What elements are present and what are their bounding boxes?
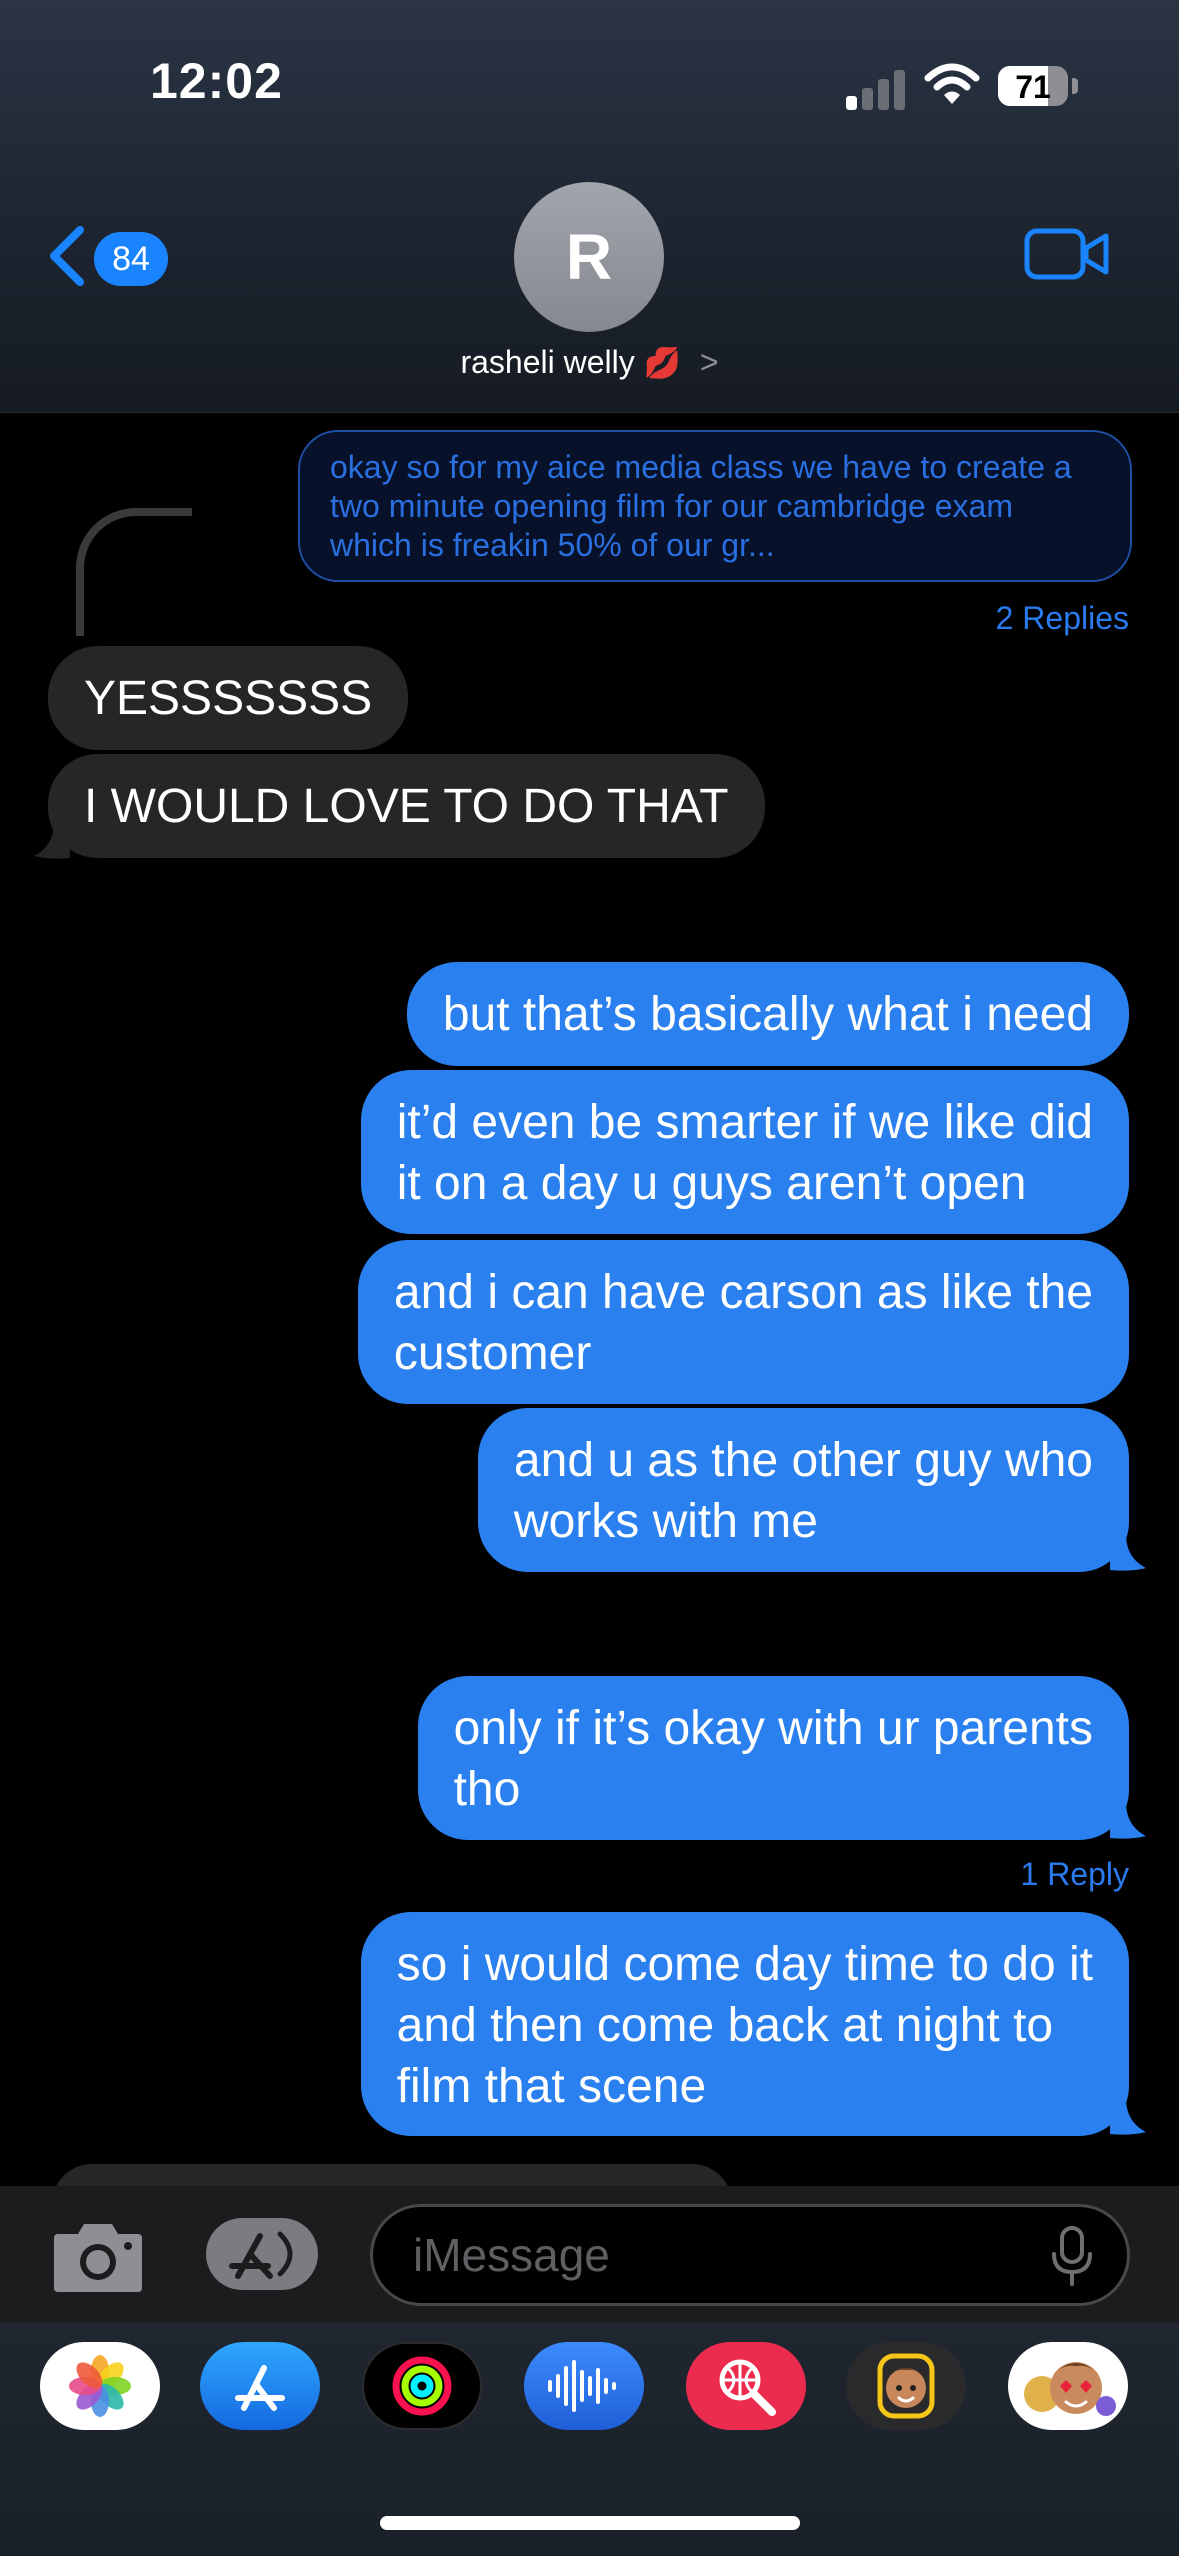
quoted-message[interactable]: okay so for my aice media class we have … bbox=[298, 430, 1132, 582]
heart-eyes-memoji-icon bbox=[1024, 2362, 1116, 2416]
contact-name: rasheli welly bbox=[460, 344, 635, 380]
status-time: 12:02 bbox=[150, 53, 283, 109]
image-search-icon[interactable] bbox=[686, 2342, 806, 2430]
photos-flower-icon bbox=[69, 2355, 131, 2417]
bubble-tail-outgoing bbox=[1110, 2098, 1146, 2135]
unread-count-badge: 84 bbox=[94, 232, 168, 286]
activity-icon[interactable] bbox=[362, 2342, 482, 2430]
back-button[interactable]: 84 bbox=[46, 222, 176, 292]
contact-name-row[interactable]: rasheli welly 💋 > bbox=[0, 344, 1179, 381]
cellular-signal-icon bbox=[846, 66, 906, 110]
memoji-icon[interactable] bbox=[846, 2342, 966, 2430]
chevron-right-icon: > bbox=[699, 344, 719, 380]
message-bubble-outgoing[interactable]: and u as the other guy who works with me bbox=[477, 1408, 1129, 1572]
message-bubble-outgoing[interactable]: and i can have carson as like the custom… bbox=[357, 1240, 1129, 1404]
replies-count-link[interactable]: 2 Replies bbox=[996, 600, 1129, 637]
memoji-face-icon bbox=[877, 2353, 935, 2419]
status-bar: 12:02 71 bbox=[0, 0, 1179, 160]
message-bubble-outgoing[interactable]: so i would come day time to do it and th… bbox=[360, 1912, 1129, 2136]
lips-emoji: 💋 bbox=[643, 347, 681, 380]
message-bubble-outgoing[interactable]: but that’s basically what i need bbox=[406, 962, 1129, 1066]
activity-rings-icon bbox=[392, 2356, 452, 2416]
message-bubble-incoming[interactable]: I WOULD LOVE TO DO THAT bbox=[48, 754, 765, 858]
camera-icon[interactable] bbox=[50, 2214, 146, 2296]
bubble-tail-incoming bbox=[34, 822, 70, 859]
chevron-left-icon bbox=[50, 226, 84, 286]
imessage-input[interactable] bbox=[370, 2204, 1130, 2306]
globe-search-icon bbox=[719, 2359, 776, 2416]
message-bubble-outgoing[interactable]: only if it’s okay with ur parents tho bbox=[417, 1676, 1129, 1840]
avatar-initial: R bbox=[565, 221, 613, 293]
battery-icon: 71 bbox=[998, 66, 1068, 106]
app-store-icon[interactable] bbox=[200, 2342, 320, 2430]
home-indicator bbox=[380, 2516, 800, 2530]
message-bubble-outgoing[interactable]: it’d even be smarter if we like did it o… bbox=[360, 1070, 1129, 1234]
photos-icon[interactable] bbox=[40, 2342, 160, 2430]
replies-count-link[interactable]: 1 Reply bbox=[1021, 1856, 1130, 1893]
app-store-icon bbox=[229, 2231, 293, 2279]
battery-nub bbox=[1072, 78, 1078, 94]
message-bubble-incoming[interactable]: YESSSSSSS bbox=[48, 646, 409, 750]
audio-message-icon[interactable] bbox=[524, 2342, 644, 2430]
apps-button[interactable] bbox=[206, 2218, 318, 2290]
bubble-tail-outgoing bbox=[1110, 1534, 1146, 1571]
waveform-icon bbox=[548, 2360, 616, 2412]
contact-avatar[interactable]: R bbox=[514, 182, 664, 332]
wifi-icon bbox=[924, 63, 980, 104]
memoji-stickers-icon[interactable] bbox=[1008, 2342, 1128, 2430]
thread-connector bbox=[76, 508, 192, 636]
microphone-icon[interactable] bbox=[1050, 2226, 1094, 2286]
facetime-video-icon[interactable] bbox=[1024, 226, 1110, 282]
battery-level: 71 bbox=[1015, 69, 1051, 105]
app-store-glyph bbox=[235, 2365, 285, 2411]
bubble-tail-outgoing bbox=[1110, 1802, 1146, 1839]
